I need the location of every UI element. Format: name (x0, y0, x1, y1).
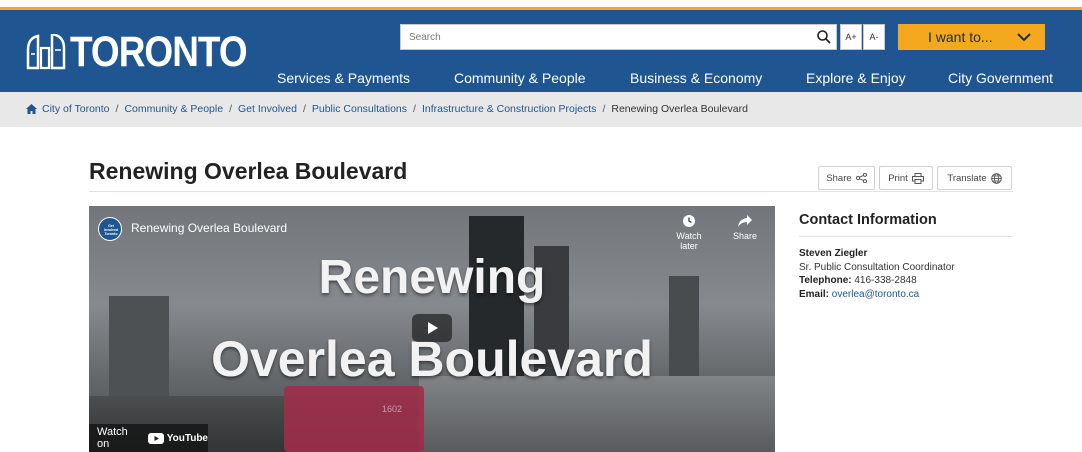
search-input[interactable] (409, 25, 809, 49)
nav-services-payments[interactable]: Services & Payments (277, 70, 410, 92)
youtube-play-icon (147, 432, 164, 444)
nav-business-economy[interactable]: Business & Economy (630, 70, 762, 92)
email-link[interactable]: overlea@toronto.ca (832, 289, 919, 300)
video-share-button[interactable]: Share (725, 214, 765, 241)
home-icon[interactable] (26, 104, 37, 114)
site-header: TORONTO A+ A- I want to... Services & Pa… (0, 7, 1082, 92)
video-headline-line1: Renewing (318, 251, 546, 304)
contact-role: Sr. Public Consultation Coordinator (799, 261, 955, 273)
i-want-to-dropdown[interactable]: I want to... (898, 24, 1045, 50)
city-hall-logo-icon (26, 34, 66, 70)
breadcrumb-link-city-of-toronto[interactable]: City of Toronto (42, 103, 110, 115)
nav-city-government[interactable]: City Government (948, 70, 1053, 92)
clock-icon (683, 215, 695, 227)
breadcrumb-separator: / (413, 103, 416, 115)
breadcrumb-separator: / (115, 103, 119, 115)
translate-button[interactable]: Translate (937, 166, 1012, 190)
email-label: Email: (799, 288, 830, 300)
video-channel-title[interactable]: Renewing Overlea Boulevard (131, 221, 287, 235)
page-title: Renewing Overlea Boulevard (89, 158, 408, 184)
share-button-label: Share (826, 172, 852, 184)
contact-name: Steven Ziegler (799, 248, 868, 259)
watch-on-label: Watch on (97, 426, 128, 450)
youtube-video-player[interactable]: 1602 Renewing Overlea Boulevard Get Invo… (89, 206, 775, 452)
youtube-wordmark: YouTube (166, 432, 208, 444)
print-button-label: Print (888, 172, 908, 184)
font-decrease-button[interactable]: A- (863, 24, 885, 50)
watch-later-label: Watch later (676, 231, 702, 251)
play-button[interactable] (412, 314, 452, 342)
youtube-logo: YouTube (147, 432, 208, 444)
toronto-logo[interactable]: TORONTO (26, 28, 248, 75)
breadcrumb: City of Toronto / Community & People / G… (26, 103, 748, 115)
logo-wordmark: TORONTO (70, 27, 248, 76)
search-box (400, 24, 837, 50)
printer-icon (911, 172, 924, 184)
breadcrumb-link-infrastructure-projects[interactable]: Infrastructure & Construction Projects (422, 103, 597, 115)
translate-button-label: Translate (947, 172, 987, 184)
video-share-label: Share (732, 231, 758, 241)
breadcrumb-separator: / (302, 103, 306, 115)
print-button[interactable]: Print (879, 166, 933, 190)
telephone-label: Telephone: (799, 275, 852, 286)
title-divider (89, 191, 1013, 192)
channel-avatar[interactable]: Get Involved Toronto (98, 217, 122, 241)
search-icon[interactable] (816, 29, 832, 45)
share-button[interactable]: Share (818, 166, 875, 190)
watch-later-button[interactable]: Watch later (669, 214, 709, 251)
breadcrumb-bar: City of Toronto / Community & People / G… (0, 92, 1082, 127)
channel-avatar-text: Get Involved Toronto (103, 224, 119, 236)
share-icon (855, 173, 867, 183)
breadcrumb-current: Renewing Overlea Boulevard (611, 103, 748, 115)
breadcrumb-link-community-people[interactable]: Community & People (124, 103, 223, 115)
breadcrumb-separator: / (229, 103, 232, 115)
top-strip (0, 0, 1082, 7)
font-increase-button[interactable]: A+ (840, 24, 862, 50)
nav-community-people[interactable]: Community & People (454, 70, 586, 92)
breadcrumb-separator: / (602, 103, 606, 115)
nav-explore-enjoy[interactable]: Explore & Enjoy (806, 70, 906, 92)
share-arrow-icon (738, 215, 752, 227)
globe-icon (990, 172, 1002, 184)
contact-divider (799, 236, 1013, 237)
telephone-number[interactable]: 416-338-2848 (854, 275, 916, 286)
chevron-down-icon (1017, 33, 1031, 42)
breadcrumb-link-public-consultations[interactable]: Public Consultations (312, 103, 407, 115)
i-want-to-label: I want to... (928, 29, 993, 45)
breadcrumb-link-get-involved[interactable]: Get Involved (238, 103, 297, 115)
contact-heading: Contact Information (799, 212, 937, 228)
play-icon (428, 322, 438, 334)
watch-on-youtube-button[interactable]: Watch on YouTube (89, 424, 208, 452)
contact-block: Steven Ziegler Sr. Public Consultation C… (799, 247, 955, 301)
